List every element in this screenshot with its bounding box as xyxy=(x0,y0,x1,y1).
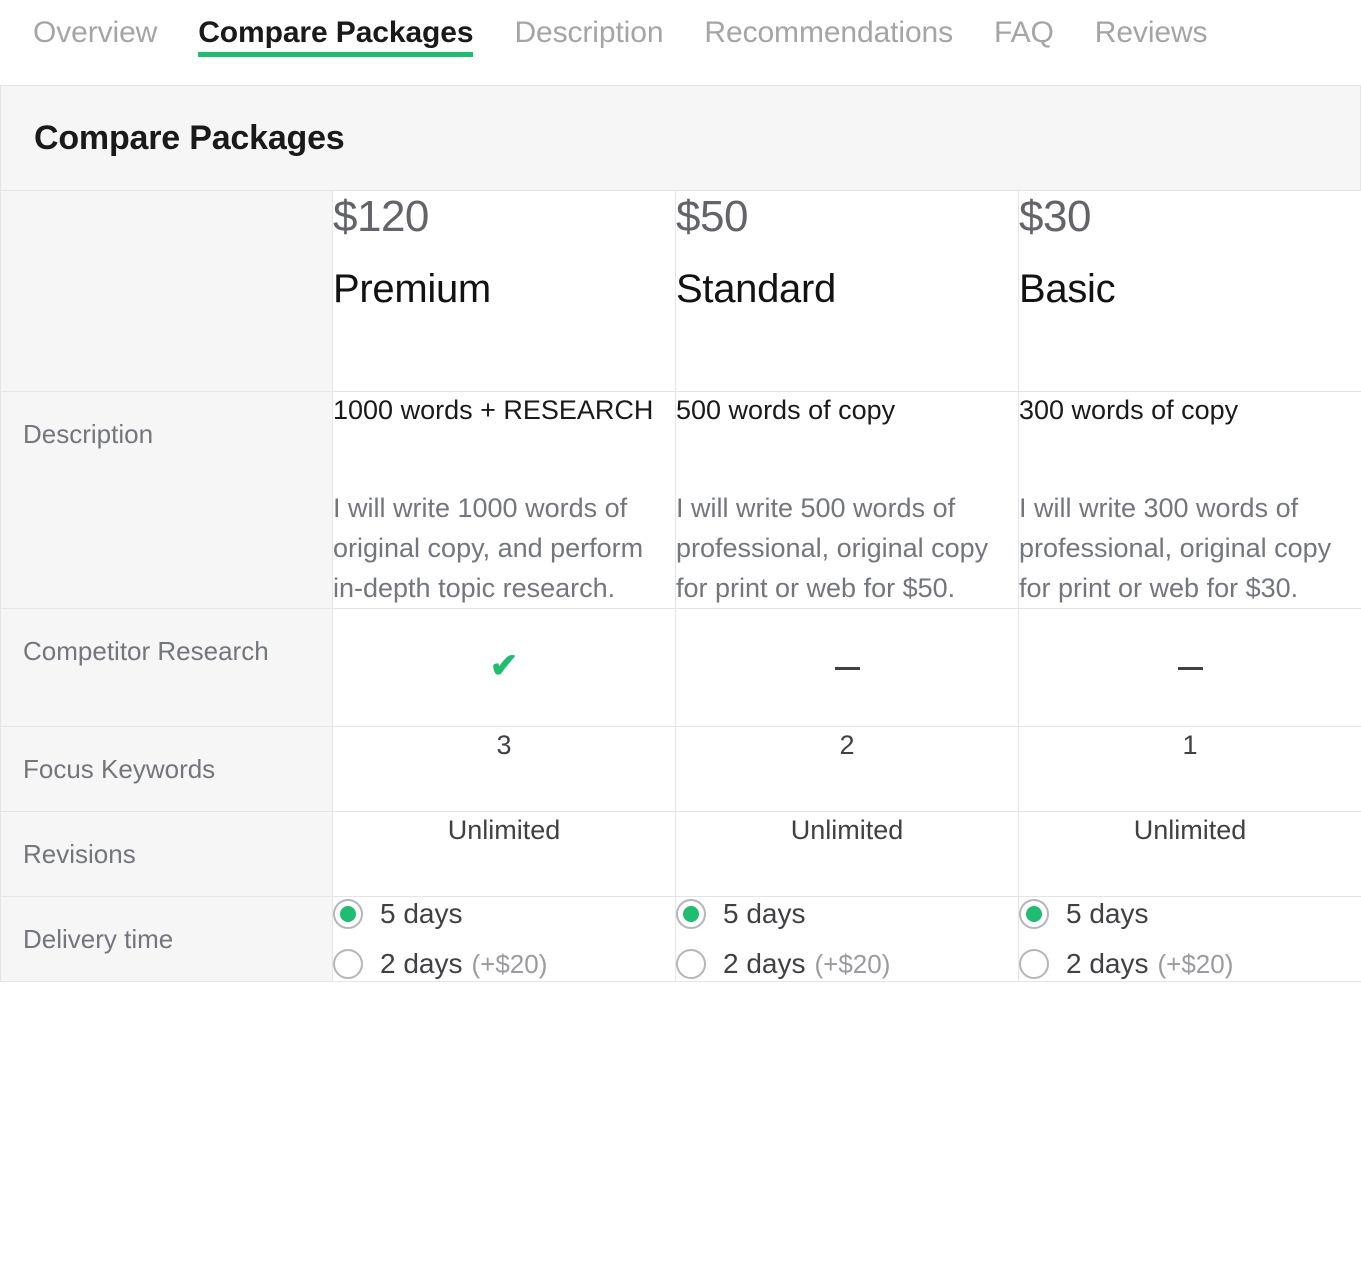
focus-keywords-basic: 1 xyxy=(1018,726,1361,812)
description-cell-standard: 500 words of copy I will write 500 words… xyxy=(675,391,1019,609)
page-title: Compare Packages xyxy=(34,119,345,157)
delivery-option-surcharge: (+$20) xyxy=(1157,948,1234,979)
description-body: I will write 500 words of professional, … xyxy=(676,492,989,603)
delivery-option-5-days[interactable]: 5 days xyxy=(333,897,675,931)
table-row-package-header: $120 Premium $50 Standard $30 Basic xyxy=(0,191,1361,392)
radio-icon-selected[interactable] xyxy=(1019,898,1049,929)
description-body: I will write 1000 words of original copy… xyxy=(333,492,644,603)
tab-label: FAQ xyxy=(994,16,1054,49)
tab-label: Reviews xyxy=(1094,16,1208,49)
row-label-description: Description xyxy=(0,391,333,609)
package-header-basic: $30 Basic xyxy=(1018,191,1361,392)
tab-compare-packages[interactable]: Compare Packages xyxy=(198,0,474,57)
radio-icon[interactable] xyxy=(333,948,363,979)
delivery-option-label: 5 days xyxy=(1066,897,1149,929)
tab-recommendations[interactable]: Recommendations xyxy=(704,0,953,48)
description-body: I will write 300 words of professional, … xyxy=(1019,492,1332,603)
delivery-option-2-days[interactable]: 2 days (+$20) xyxy=(1019,947,1361,981)
package-header-premium: $120 Premium xyxy=(332,191,676,392)
table-row-description: Description 1000 words + RESEARCH I will… xyxy=(0,391,1361,609)
focus-keywords-standard: 2 xyxy=(675,726,1019,812)
description-title: 500 words of copy xyxy=(676,394,896,425)
section-title-band: Compare Packages xyxy=(0,86,1361,191)
delivery-option-label: 2 days xyxy=(1066,947,1149,979)
competitor-research-premium: ✔ xyxy=(332,608,676,727)
tab-faq[interactable]: FAQ xyxy=(994,0,1054,48)
description-title: 1000 words + RESEARCH xyxy=(333,394,654,425)
tab-label: Compare Packages xyxy=(198,16,474,49)
dash-icon xyxy=(1177,666,1203,670)
tab-label: Description xyxy=(514,16,664,49)
delivery-option-label: 5 days xyxy=(380,897,463,929)
table-row-competitor-research: Competitor Research ✔ xyxy=(0,608,1361,727)
description-title: 300 words of copy xyxy=(1019,394,1239,425)
delivery-option-label: 2 days xyxy=(723,947,806,979)
revisions-premium: Unlimited xyxy=(332,811,676,897)
row-label-competitor-research: Competitor Research xyxy=(0,608,333,727)
tab-reviews[interactable]: Reviews xyxy=(1095,0,1208,48)
dash-icon xyxy=(834,666,860,670)
radio-icon-selected[interactable] xyxy=(333,898,363,929)
revisions-standard: Unlimited xyxy=(675,811,1019,897)
competitor-research-basic xyxy=(1018,608,1361,727)
row-label-revisions: Revisions xyxy=(0,811,333,897)
description-cell-premium: 1000 words + RESEARCH I will write 1000 … xyxy=(332,391,676,609)
delivery-option-2-days[interactable]: 2 days (+$20) xyxy=(676,947,1018,981)
delivery-option-surcharge: (+$20) xyxy=(814,948,891,979)
package-name: Premium xyxy=(333,267,491,311)
tab-overview[interactable]: Overview xyxy=(33,0,157,48)
delivery-option-5-days[interactable]: 5 days xyxy=(1019,897,1361,931)
revisions-basic: Unlimited xyxy=(1018,811,1361,897)
check-icon: ✔ xyxy=(489,646,519,685)
compare-packages-table: $120 Premium $50 Standard $30 Basic Desc… xyxy=(0,191,1361,982)
package-name: Basic xyxy=(1019,267,1116,311)
delivery-time-premium: 5 days 2 days (+$20) xyxy=(332,896,676,982)
package-header-standard: $50 Standard xyxy=(675,191,1019,392)
delivery-option-2-days[interactable]: 2 days (+$20) xyxy=(333,947,675,981)
tab-description[interactable]: Description xyxy=(514,0,663,48)
tab-label: Overview xyxy=(33,16,158,49)
delivery-time-basic: 5 days 2 days (+$20) xyxy=(1018,896,1361,982)
table-row-revisions: Revisions Unlimited Unlimited Unlimited xyxy=(0,811,1361,897)
delivery-time-standard: 5 days 2 days (+$20) xyxy=(675,896,1019,982)
delivery-option-5-days[interactable]: 5 days xyxy=(676,897,1018,931)
package-price: $120 xyxy=(333,192,429,241)
header-empty-cell xyxy=(0,191,333,392)
description-cell-basic: 300 words of copy I will write 300 words… xyxy=(1018,391,1361,609)
delivery-option-surcharge: (+$20) xyxy=(471,948,548,979)
row-label-delivery-time: Delivery time xyxy=(0,896,333,982)
package-name: Standard xyxy=(676,267,836,311)
radio-icon-selected[interactable] xyxy=(676,898,706,929)
radio-icon[interactable] xyxy=(676,948,706,979)
delivery-option-label: 2 days xyxy=(380,947,463,979)
table-row-delivery-time: Delivery time 5 days 2 days (+$20) 5 day… xyxy=(0,896,1361,982)
tab-label: Recommendations xyxy=(704,16,954,49)
row-label-focus-keywords: Focus Keywords xyxy=(0,726,333,812)
radio-icon[interactable] xyxy=(1019,948,1049,979)
focus-keywords-premium: 3 xyxy=(332,726,676,812)
table-row-focus-keywords: Focus Keywords 3 2 1 xyxy=(0,726,1361,812)
package-price: $30 xyxy=(1019,192,1091,241)
tab-bar: Overview Compare Packages Description Re… xyxy=(0,0,1361,86)
package-price: $50 xyxy=(676,192,748,241)
delivery-option-label: 5 days xyxy=(723,897,806,929)
competitor-research-standard xyxy=(675,608,1019,727)
